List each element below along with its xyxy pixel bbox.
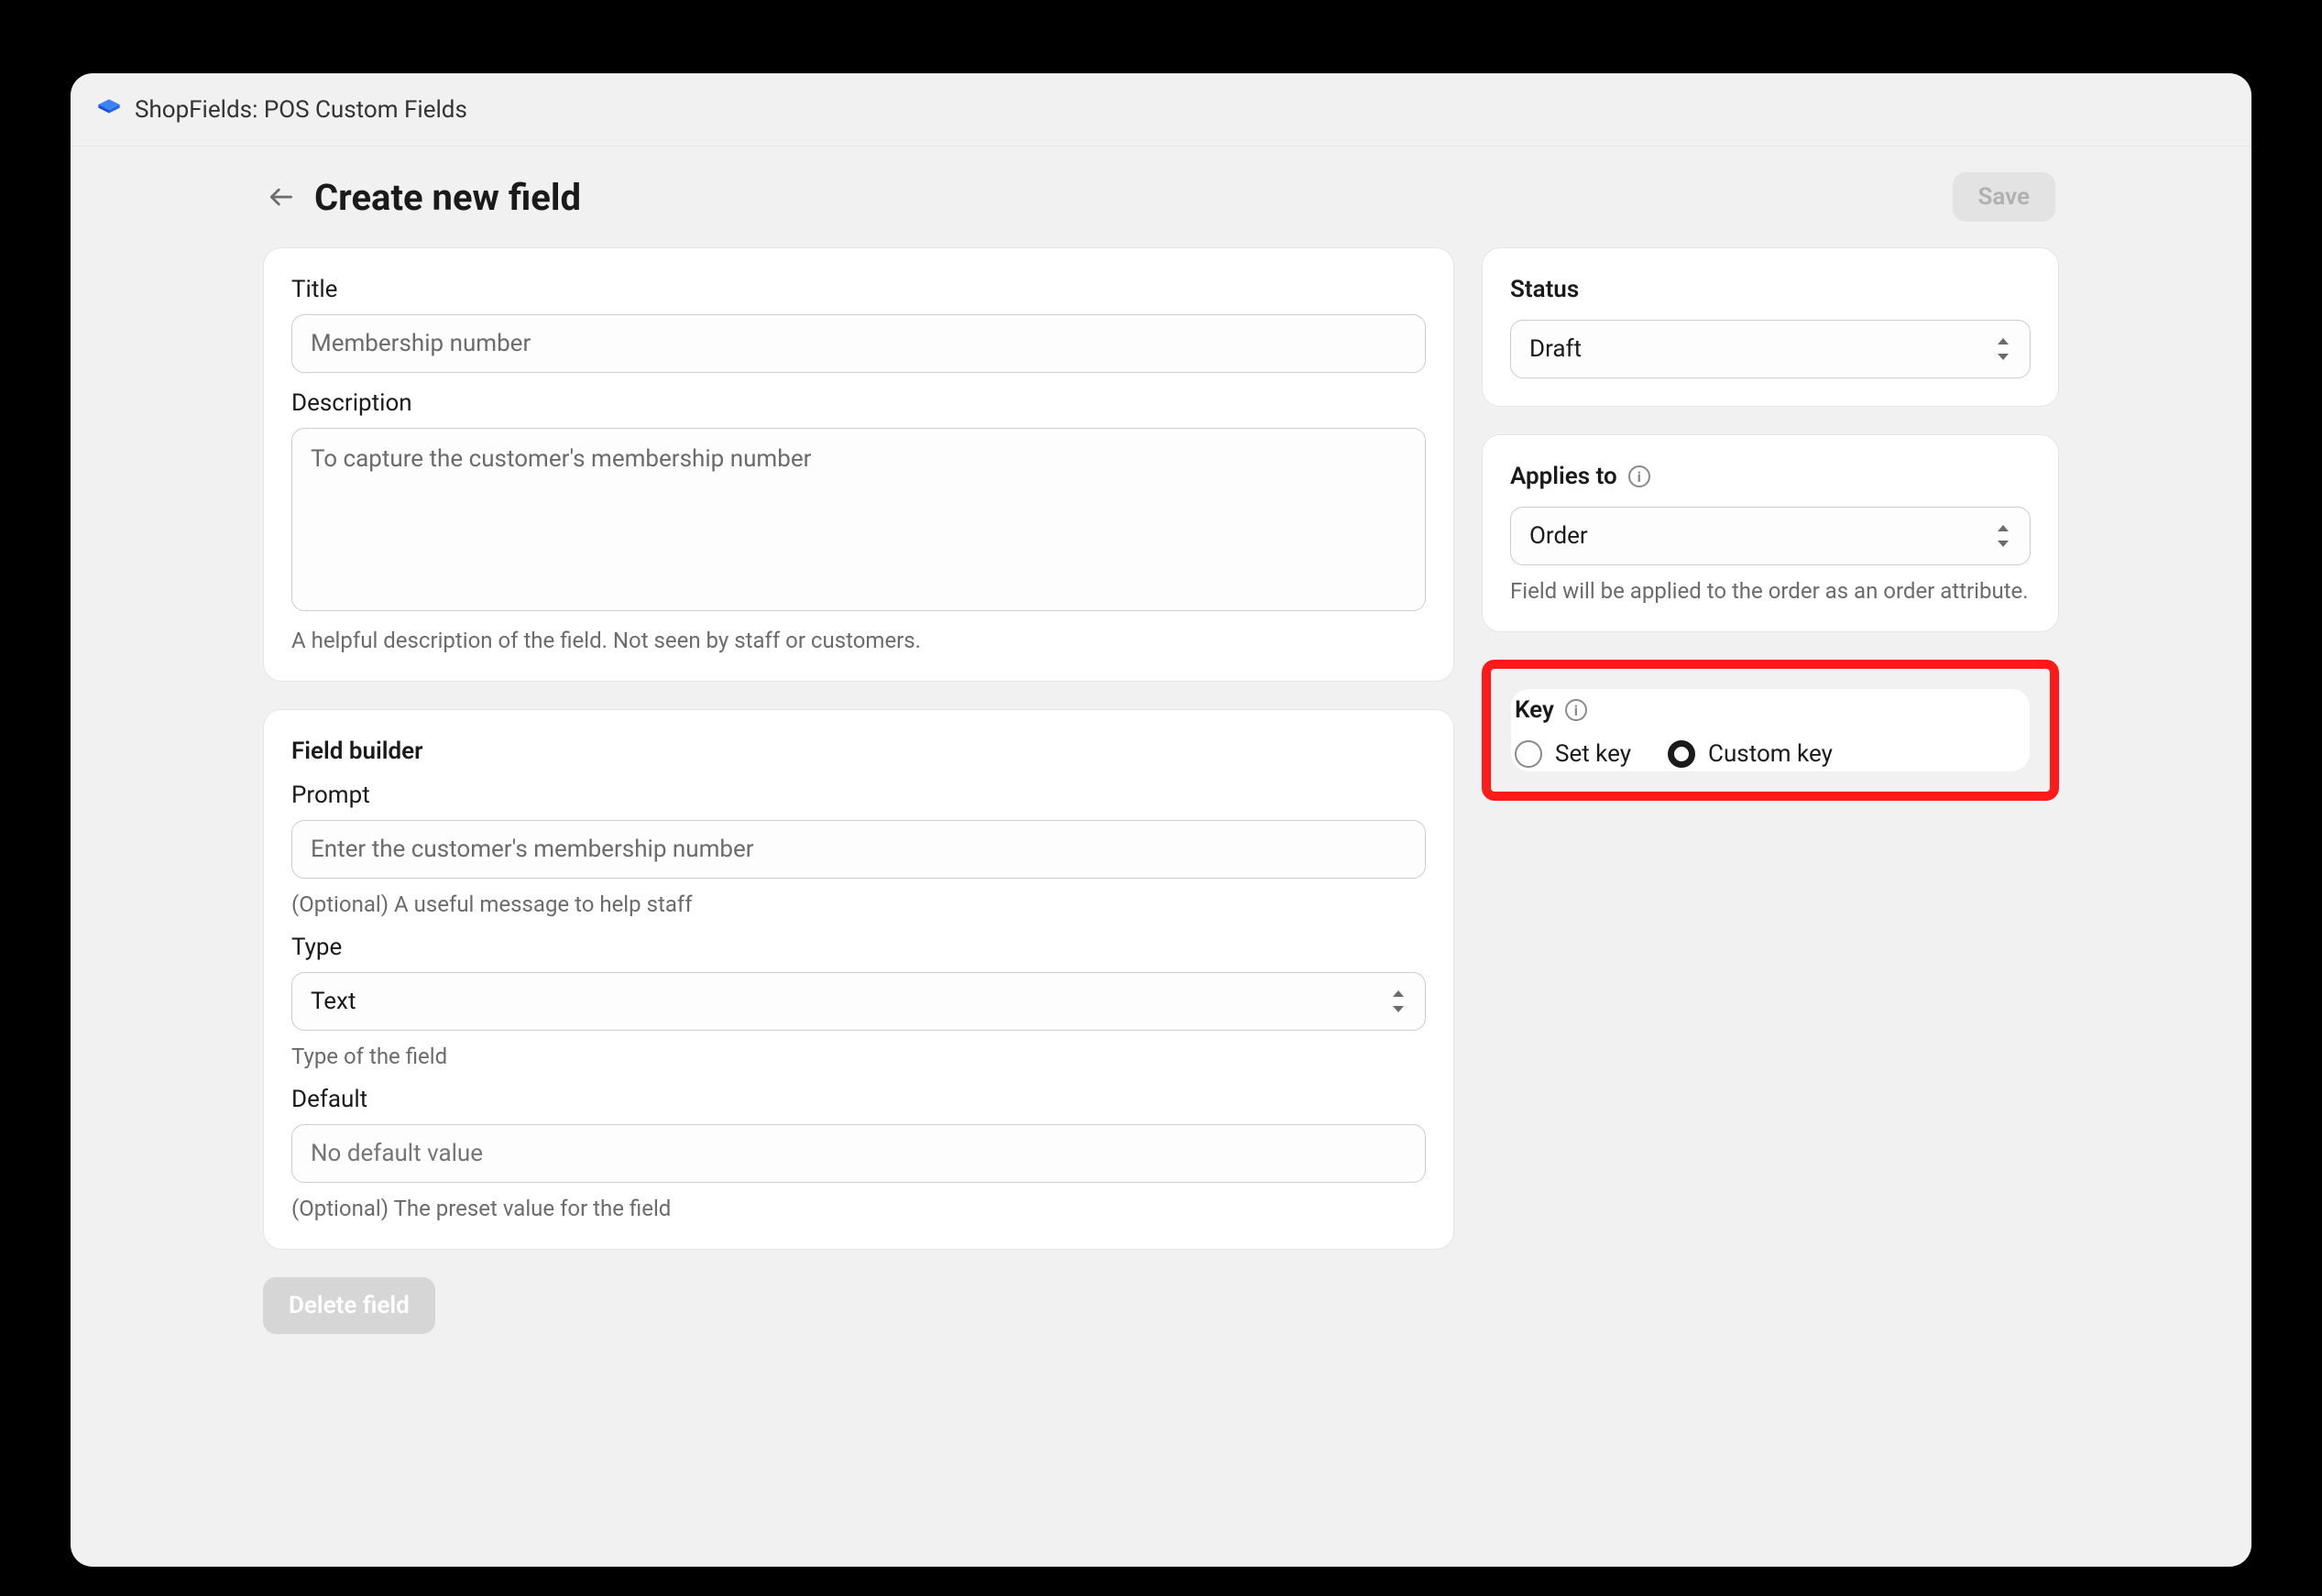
prompt-label: Prompt (291, 782, 1426, 809)
description-label: Description (291, 389, 1426, 417)
status-value: Draft (1529, 335, 1582, 363)
radio-checked-icon (1668, 740, 1695, 768)
app-title: ShopFields: POS Custom Fields (135, 96, 467, 124)
default-input[interactable] (291, 1124, 1426, 1183)
key-title: Key i (1515, 696, 2026, 724)
title-label: Title (291, 276, 1426, 303)
applies-to-title-text: Applies to (1510, 463, 1617, 490)
key-card: Key i Set key Custom key (1511, 689, 2030, 771)
status-card: Status Draft (1482, 247, 2059, 407)
default-help: (Optional) The preset value for the fiel… (291, 1196, 1426, 1221)
updown-icon (1995, 525, 2011, 547)
applies-to-card: Applies to i Order Field will be applied… (1482, 434, 2059, 632)
app-logo-icon (96, 97, 122, 123)
back-button[interactable] (267, 182, 296, 212)
type-help: Type of the field (291, 1044, 1426, 1069)
radio-unchecked-icon (1515, 740, 1542, 768)
field-builder-card: Field builder Prompt (Optional) A useful… (263, 709, 1454, 1250)
applies-to-select[interactable]: Order (1510, 507, 2031, 565)
content-area: Create new field Save Title Description … (71, 147, 2251, 1567)
status-select[interactable]: Draft (1510, 320, 2031, 378)
prompt-help: (Optional) A useful message to help staf… (291, 891, 1426, 917)
radio-set-key[interactable]: Set key (1515, 740, 1631, 768)
info-icon[interactable]: i (1565, 699, 1587, 721)
default-label: Default (291, 1086, 1426, 1113)
updown-icon (1390, 990, 1407, 1012)
title-card: Title Description A helpful description … (263, 247, 1454, 682)
status-title: Status (1510, 276, 2031, 303)
updown-icon (1995, 338, 2011, 360)
header-left: Create new field (267, 176, 581, 219)
applies-to-value: Order (1529, 522, 1588, 550)
key-radio-group: Set key Custom key (1515, 740, 2026, 768)
key-title-text: Key (1515, 696, 1554, 724)
applies-to-help: Field will be applied to the order as an… (1510, 578, 2031, 604)
radio-set-key-label: Set key (1555, 740, 1631, 768)
page-title: Create new field (314, 176, 581, 219)
app-window: ShopFields: POS Custom Fields Create new… (71, 73, 2251, 1567)
save-button[interactable]: Save (1953, 172, 2056, 222)
description-help: A helpful description of the field. Not … (291, 628, 1426, 653)
type-select[interactable]: Text (291, 972, 1426, 1031)
info-icon[interactable]: i (1628, 465, 1650, 487)
applies-to-title: Applies to i (1510, 463, 2031, 490)
radio-custom-key-label: Custom key (1708, 740, 1833, 768)
type-label: Type (291, 934, 1426, 961)
page: Create new field Save Title Description … (263, 172, 2059, 1541)
layout: Title Description A helpful description … (263, 247, 2059, 1334)
field-builder-title: Field builder (291, 738, 1426, 765)
radio-custom-key[interactable]: Custom key (1668, 740, 1833, 768)
key-card-highlight: Key i Set key Custom key (1482, 660, 2059, 801)
prompt-input[interactable] (291, 820, 1426, 879)
page-header: Create new field Save (263, 172, 2059, 222)
title-input[interactable] (291, 314, 1426, 373)
main-column: Title Description A helpful description … (263, 247, 1454, 1334)
description-input[interactable] (291, 428, 1426, 611)
delete-field-button[interactable]: Delete field (263, 1277, 435, 1334)
topbar: ShopFields: POS Custom Fields (71, 73, 2251, 147)
side-column: Status Draft Applies to i Order (1482, 247, 2059, 801)
type-value: Text (311, 988, 356, 1015)
